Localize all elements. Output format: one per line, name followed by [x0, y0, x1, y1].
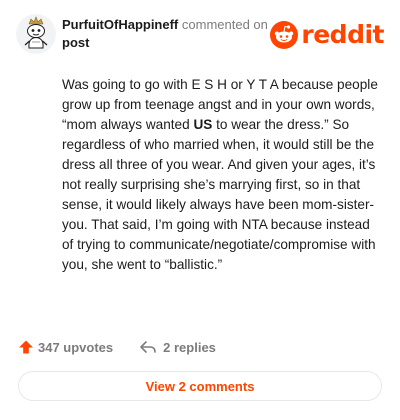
post-link[interactable]: post — [62, 34, 272, 52]
comment-actions: 347 upvotes 2 replies — [18, 337, 216, 357]
view-comments-button[interactable]: View 2 comments — [18, 371, 382, 401]
snoo-avatar-icon — [16, 14, 56, 54]
comment-card: PurfuitOfHappineff commented on post red… — [0, 0, 400, 420]
reddit-wordmark: reddit — [301, 20, 384, 49]
reply-button[interactable]: 2 replies — [139, 339, 216, 355]
upvote-button[interactable]: 347 upvotes — [18, 339, 113, 355]
reply-count: 2 replies — [163, 339, 216, 355]
comment-meta: PurfuitOfHappineff commented on post — [62, 16, 272, 52]
reply-arrow-icon — [140, 341, 156, 353]
reddit-logo: reddit — [270, 20, 384, 50]
upvote-arrow-icon — [19, 340, 33, 354]
comment-body-part-2: to wear the dress.” So regardless of who… — [62, 117, 376, 272]
user-avatar[interactable] — [16, 14, 56, 54]
reddit-snoo-icon — [270, 21, 299, 49]
comment-body-emphasis: US — [193, 117, 213, 132]
comment-body: Was going to go with E S H or Y T A beca… — [62, 75, 380, 275]
comment-header: PurfuitOfHappineff commented on post red… — [16, 14, 384, 54]
upvote-count: 347 upvotes — [38, 339, 114, 355]
username-link[interactable]: PurfuitOfHappineff — [62, 17, 178, 32]
commented-on-label: commented on — [181, 17, 268, 32]
